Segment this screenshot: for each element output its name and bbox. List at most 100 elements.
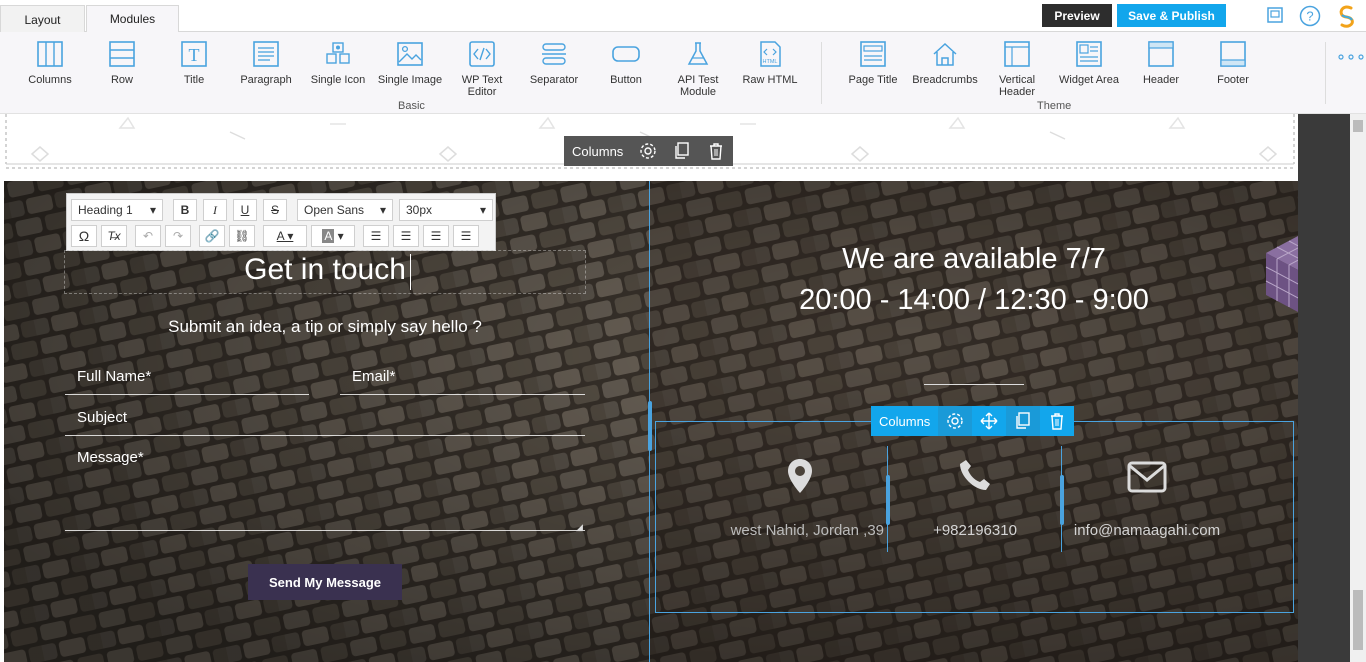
email-text: info@namaagahi.com xyxy=(1073,522,1221,539)
availability-line1: We are available 7/7 xyxy=(842,243,1106,275)
chevron-down-icon: ▾ xyxy=(149,203,156,217)
resize-handle-icon[interactable]: ◢ xyxy=(576,522,583,533)
page-title-icon xyxy=(860,41,886,67)
special-char-icon[interactable]: Ω xyxy=(71,225,97,247)
align-right-icon[interactable]: ☰ xyxy=(423,225,449,247)
title-icon: T xyxy=(181,41,207,67)
clear-format-icon[interactable]: T̶x xyxy=(101,225,127,247)
module-label: Title xyxy=(183,74,205,86)
module-single-icon[interactable]: Single Icon xyxy=(302,40,374,86)
module-wp-text-editor[interactable]: WP Text Editor xyxy=(446,40,518,98)
scrollbar[interactable] xyxy=(1350,114,1366,662)
module-label: API Test Module xyxy=(677,74,719,98)
module-footer[interactable]: Footer xyxy=(1197,40,1269,86)
vertical-header-icon xyxy=(1004,41,1030,67)
svg-text:HTML: HTML xyxy=(763,59,778,65)
undo-icon[interactable]: ↶ xyxy=(135,225,161,247)
settings-icon[interactable] xyxy=(938,406,973,436)
help-icon[interactable]: ? xyxy=(1299,5,1321,32)
message-field[interactable]: Message* xyxy=(65,449,585,531)
strikethrough-icon[interactable]: S xyxy=(263,199,287,221)
module-label: Paragraph xyxy=(240,74,292,86)
module-label: Columns xyxy=(28,74,72,86)
module-single-image[interactable]: Single Image xyxy=(374,40,446,86)
format-select[interactable]: Heading 1 ▾ xyxy=(71,199,163,221)
subject-field[interactable]: Subject xyxy=(65,409,585,436)
save-publish-button[interactable]: Save & Publish xyxy=(1117,4,1226,27)
scrollbar-thumb[interactable] xyxy=(1353,590,1363,650)
group-divider xyxy=(821,42,822,104)
unlink-icon[interactable]: ⛓ xyxy=(229,225,255,247)
align-center-icon[interactable]: ☰ xyxy=(393,225,419,247)
module-label: Raw HTML xyxy=(742,74,798,86)
module-label: Single Icon xyxy=(310,74,366,86)
button-icon xyxy=(612,46,640,62)
chevron-down-icon: ▾ xyxy=(479,203,486,217)
module-label: Widget Area xyxy=(1059,74,1119,86)
contact-section: Heading 1 ▾ B I U S Open Sans ▾ 30px ▾ Ω T̶… xyxy=(4,181,1298,662)
full-name-field[interactable]: Full Name* xyxy=(65,368,309,395)
responsive-view-icon[interactable] xyxy=(1267,7,1283,28)
module-title[interactable]: T Title xyxy=(158,40,230,86)
module-button[interactable]: Button xyxy=(590,40,662,86)
module-label: Separator xyxy=(529,74,579,86)
top-bar: Layout Modules Preview Save & Publish ? xyxy=(0,0,1366,33)
settings-icon[interactable] xyxy=(631,136,665,166)
preview-button[interactable]: Preview xyxy=(1042,4,1112,27)
link-icon[interactable]: 🔗 xyxy=(199,225,225,247)
svg-text:T: T xyxy=(189,45,200,65)
map-marker-icon xyxy=(787,458,813,499)
module-separator[interactable]: Separator xyxy=(518,40,590,86)
font-family-select[interactable]: Open Sans ▾ xyxy=(297,199,393,221)
module-label: Single Image xyxy=(377,74,443,86)
column-resize-handle[interactable] xyxy=(1060,475,1064,525)
paragraph-icon xyxy=(253,41,279,67)
bold-icon[interactable]: B xyxy=(173,199,197,221)
envelope-icon xyxy=(1127,461,1167,498)
module-paragraph[interactable]: Paragraph xyxy=(230,40,302,86)
module-label: Breadcrumbs xyxy=(912,74,978,86)
module-label: Button xyxy=(610,74,642,86)
align-justify-icon[interactable]: ☰ xyxy=(453,225,479,247)
module-raw-html[interactable]: HTML Raw HTML xyxy=(734,40,806,86)
columns-toolbar-label: Columns xyxy=(572,143,624,159)
column-resize-handle[interactable] xyxy=(886,475,890,525)
module-header[interactable]: Header xyxy=(1125,40,1197,86)
move-icon[interactable] xyxy=(972,406,1006,436)
flask-icon xyxy=(687,42,709,65)
module-columns[interactable]: Columns xyxy=(14,40,86,86)
duplicate-icon[interactable] xyxy=(665,136,699,166)
columns-toolbar-top: Columns xyxy=(564,136,734,166)
module-row[interactable]: Row xyxy=(86,40,158,86)
tab-modules[interactable]: Modules xyxy=(86,5,179,33)
rich-text-toolbar: Heading 1 ▾ B I U S Open Sans ▾ 30px ▾ Ω T̶… xyxy=(66,193,496,251)
italic-icon[interactable]: I xyxy=(203,199,227,221)
code-icon xyxy=(469,41,495,67)
delete-icon[interactable] xyxy=(1040,406,1074,436)
text-color-icon[interactable]: A ▾ xyxy=(263,225,307,247)
email-field[interactable]: Email* xyxy=(340,368,585,395)
delete-icon[interactable] xyxy=(699,136,733,166)
module-widget-area[interactable]: Widget Area xyxy=(1053,40,1125,86)
svg-text:?: ? xyxy=(1306,9,1313,24)
phone-text: +982196310 xyxy=(933,522,1017,539)
tab-layout[interactable]: Layout xyxy=(0,5,85,33)
module-page-title[interactable]: Page Title xyxy=(837,40,909,86)
send-message-button[interactable]: Send My Message xyxy=(248,564,402,600)
module-breadcrumbs[interactable]: Breadcrumbs xyxy=(909,40,981,86)
group-divider xyxy=(1325,42,1326,104)
redo-icon[interactable]: ↷ xyxy=(165,225,191,247)
duplicate-icon[interactable] xyxy=(1006,406,1041,436)
underline-icon[interactable]: U xyxy=(233,199,257,221)
column-resize-handle[interactable] xyxy=(648,401,652,451)
contact-title[interactable]: Get in touch xyxy=(64,253,586,287)
more-options-icon[interactable] xyxy=(1338,48,1364,66)
align-left-icon[interactable]: ☰ xyxy=(363,225,389,247)
module-vertical-header[interactable]: Vertical Header xyxy=(981,40,1053,98)
background-color-icon[interactable]: A ▾ xyxy=(311,225,355,247)
scrollbar-thumb-top[interactable] xyxy=(1353,120,1363,132)
row-icon xyxy=(109,41,135,67)
module-api-test[interactable]: API Test Module xyxy=(662,40,734,98)
module-label: WP Text Editor xyxy=(461,74,503,98)
font-size-select[interactable]: 30px ▾ xyxy=(399,199,493,221)
